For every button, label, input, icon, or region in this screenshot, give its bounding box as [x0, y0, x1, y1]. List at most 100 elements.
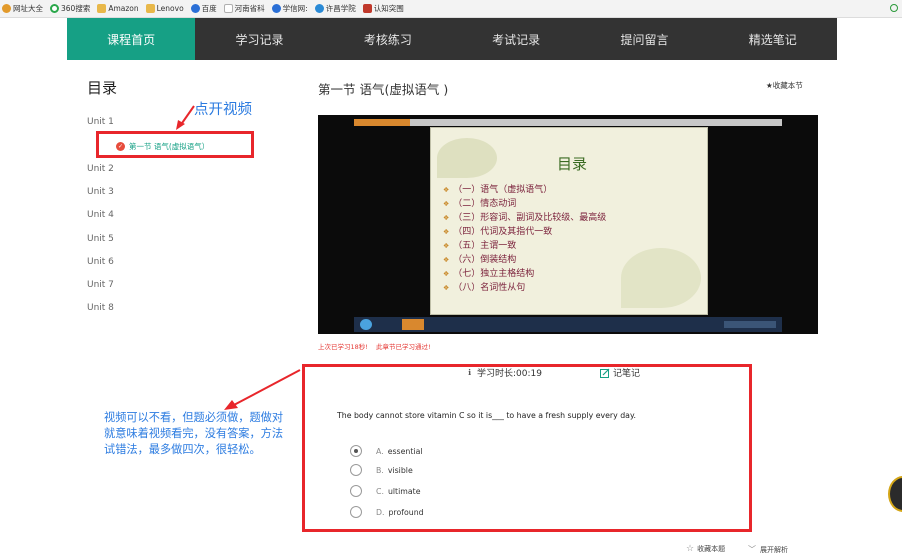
study-timer: ℹ 学习时长:00:19: [468, 366, 542, 379]
slide-list-item: ❖ （一）语气（虚拟语气）: [443, 185, 553, 195]
annotation-open-video: 点开视频: [194, 102, 252, 118]
app-icon: [402, 319, 424, 330]
decor-leaf-icon: [621, 248, 701, 308]
unit-item[interactable]: Unit 2: [87, 164, 114, 174]
app-icon: [362, 4, 372, 13]
option-text: visible: [387, 465, 413, 475]
tab-notes[interactable]: 精选笔记: [709, 18, 837, 60]
video-window-tab: [354, 119, 410, 126]
paw-icon: [271, 4, 281, 13]
edit-icon: [600, 368, 610, 378]
slide-list: ❖ （一）语气（虚拟语气） ❖ （二）情态动词 ❖ （三）形容词、副词及比较级、最高级…: [443, 183, 606, 295]
expand-analysis-button[interactable]: ﹀ 展开解析: [748, 544, 788, 555]
video-player[interactable]: 目录 ❖ （一）语气（虚拟语气） ❖ （二）情态动词 ❖ （三）形容词、副词及比较级、…: [318, 115, 818, 334]
slide-list-item: ❖ （六）倒装结构: [443, 255, 517, 265]
option-text: ultimate: [387, 486, 421, 496]
chevron-down-icon: ﹀: [748, 545, 756, 554]
bookmark-item[interactable]: 认知突围: [362, 3, 404, 14]
bookmark-item[interactable]: 百度: [190, 3, 217, 14]
expand-label: 展开解析: [760, 545, 788, 554]
option-letter: A.: [376, 446, 384, 456]
bookmark-label: Lenovo: [156, 4, 184, 13]
option-c[interactable]: C. ultimate: [350, 485, 421, 497]
question-text: The body cannot store vitamin C so it is…: [337, 411, 636, 420]
take-note-button[interactable]: 记笔记: [600, 366, 640, 379]
paw-icon: [190, 4, 200, 13]
unit-item[interactable]: Unit 8: [87, 303, 114, 313]
option-b[interactable]: B. visible: [350, 464, 413, 476]
highlight-box-lesson: [96, 131, 254, 158]
tab-study-record[interactable]: 学习记录: [195, 18, 323, 60]
bookmark-item[interactable]: Lenovo: [145, 4, 184, 13]
radio-button[interactable]: [350, 464, 362, 476]
unit-item[interactable]: Unit 5: [87, 234, 114, 244]
passed-text: 此章节已学习通过!: [375, 343, 431, 351]
unit-item[interactable]: Unit 1: [87, 117, 114, 127]
bookmark-item[interactable]: 河南省科: [223, 3, 265, 14]
slide-list-item: ❖ （五）主谓一致: [443, 241, 517, 251]
slide-list-item: ❖ （三）形容词、副词及比较级、最高级: [443, 213, 607, 223]
unit-item[interactable]: Unit 4: [87, 210, 114, 220]
page: 网址大全 360搜索 Amazon Lenovo 百度 河南省科 学信网: 许昌…: [0, 0, 902, 555]
last-study-text: 上次已学习18秒!: [318, 343, 368, 351]
video-slide: 目录 ❖ （一）语气（虚拟语气） ❖ （二）情态动词 ❖ （三）形容词、副词及比较级、…: [430, 127, 708, 315]
radio-button[interactable]: [350, 485, 362, 497]
collect-question-button[interactable]: ☆ 收藏本题: [686, 544, 725, 554]
option-d[interactable]: D. profound: [350, 506, 424, 518]
folder-icon: [145, 4, 155, 13]
status-circle-icon: [890, 4, 898, 12]
bookmark-label: 认知突围: [373, 4, 404, 13]
radio-button[interactable]: [350, 445, 362, 457]
bookmarks-bar: 网址大全 360搜索 Amazon Lenovo 百度 河南省科 学信网: 许昌…: [0, 0, 902, 18]
option-letter: C.: [376, 486, 384, 496]
toc-title: 目录: [87, 79, 118, 97]
bookmark-label: 河南省科: [234, 4, 265, 13]
bookmark-item[interactable]: Amazon: [97, 4, 139, 13]
video-taskbar: [354, 317, 782, 332]
folder-icon: [97, 4, 107, 13]
bookmark-label: 学信网:: [282, 4, 308, 13]
collect-label: 收藏本题: [697, 545, 726, 553]
option-text: essential: [387, 446, 423, 456]
option-letter: B.: [376, 465, 384, 475]
radio-button[interactable]: [350, 506, 362, 518]
favorite-lesson-button[interactable]: ★收藏本节: [766, 80, 803, 91]
video-window-bar: [354, 119, 782, 126]
bookmark-item[interactable]: 许昌学院: [314, 3, 356, 14]
annotation-tip: 视频可以不看，但题必须做，题做对就意味着视频看完，没有答案，方法试错法，最多做四…: [104, 411, 284, 456]
bookmark-label: 网址大全: [13, 4, 43, 13]
unit-item[interactable]: Unit 7: [87, 280, 114, 290]
floating-widget-icon[interactable]: [888, 476, 902, 512]
bookmark-label: Amazon: [108, 4, 139, 13]
slide-title: 目录: [557, 155, 588, 173]
annotation-arrow-icon: [176, 105, 195, 130]
unit-item[interactable]: Unit 3: [87, 187, 114, 197]
unit-item[interactable]: Unit 6: [87, 257, 114, 267]
annotation-arrow-icon: [224, 369, 301, 410]
tray-icon: [724, 321, 776, 328]
tab-questions[interactable]: 提问留言: [580, 18, 708, 60]
tab-exam-record[interactable]: 考试记录: [452, 18, 580, 60]
bookmark-item[interactable]: 学信网:: [271, 3, 308, 14]
option-a[interactable]: A. essential: [350, 445, 423, 457]
option-letter: D.: [376, 507, 385, 517]
slide-list-item: ❖ （七）独立主格结构: [443, 269, 535, 279]
star-outline-icon: ☆: [686, 544, 695, 554]
bookmark-label: 许昌学院: [325, 4, 356, 13]
option-text: profound: [388, 507, 424, 517]
bookmark-label: 360搜索: [61, 4, 91, 13]
tab-course-home[interactable]: 课程首页: [67, 18, 196, 60]
slide-list-item: ❖ （八）名词性从句: [443, 283, 526, 293]
page-icon: [223, 4, 233, 13]
learn-status: 上次已学习18秒! 此章节已学习通过!: [318, 341, 437, 351]
bookmark-item[interactable]: 网址大全: [2, 3, 43, 14]
tab-assessment[interactable]: 考核练习: [324, 18, 452, 60]
decor-leaf-icon: [437, 138, 497, 178]
start-icon: [360, 319, 372, 330]
search-icon: [50, 4, 59, 13]
note-label: 记笔记: [613, 369, 641, 379]
bookmark-label: 百度: [201, 4, 217, 13]
bookmark-item[interactable]: 360搜索: [50, 3, 90, 14]
slide-list-item: ❖ （二）情态动词: [443, 199, 517, 209]
course-nav: 课程首页 学习记录 考核练习 考试记录 提问留言 精选笔记: [67, 18, 837, 60]
